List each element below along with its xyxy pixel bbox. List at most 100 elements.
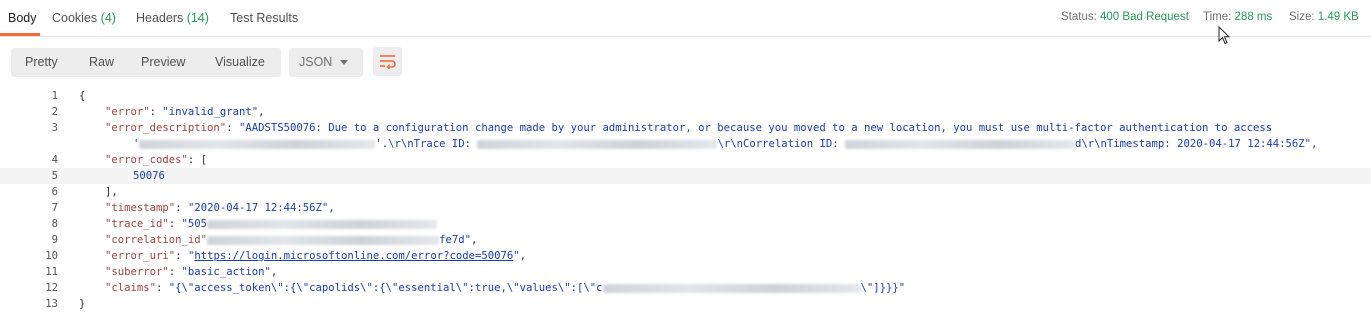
raw-button[interactable]: Raw — [89, 55, 114, 69]
status-value[interactable]: 400 Bad Request — [1100, 11, 1189, 23]
code-line: 9 "correlation_id" fe7d", — [0, 232, 1371, 248]
json-string: \"]}}}" — [860, 282, 906, 294]
code-text: ], — [105, 186, 118, 198]
tab-body[interactable]: Body — [8, 11, 37, 25]
json-string: "505 — [181, 218, 208, 230]
code-text: 50076 — [133, 168, 165, 184]
line-number: 6 — [51, 186, 58, 198]
line-number: 10 — [45, 250, 58, 262]
code-line: 11 "suberror": "basic_action", — [0, 264, 1371, 280]
line-number: 11 — [45, 266, 58, 278]
pretty-button[interactable]: Pretty — [25, 55, 58, 69]
code-line: 6 ], — [0, 184, 1371, 200]
json-key: "suberror" — [105, 266, 169, 278]
code-text: } — [79, 298, 86, 310]
json-string: \r\nCorrelation ID: — [717, 138, 846, 150]
json-string: "{\"access_token\":{\"capolids\":{\"esse… — [168, 282, 603, 294]
code-text: { — [79, 90, 86, 102]
line-number: 12 — [45, 282, 58, 294]
json-key: "correlation_id" — [105, 234, 208, 246]
error-uri-link[interactable]: https://login.microsoftonline.com/error?… — [194, 250, 513, 262]
line-number: 9 — [51, 234, 58, 246]
code-text: ' '.\r\nTrace ID: \r\nCorrelation ID: d\r… — [133, 136, 1317, 152]
json-string: d\r\nTimestamp: 2020-04-17 12:44:56Z", — [1075, 138, 1318, 150]
tab-cookies-label: Cookies — [52, 11, 98, 25]
tab-test-results[interactable]: Test Results — [230, 11, 298, 25]
code-text: "claims": "{\"access_token\":{\"capolids… — [105, 282, 906, 294]
code-text: "error_description": "AADSTS50076: Due t… — [105, 122, 1273, 134]
code-line: 2 "error": "invalid_grant", — [0, 104, 1371, 120]
tab-headers[interactable]: Headers (14) — [136, 11, 209, 25]
code-text: "trace_id": "505 — [105, 216, 438, 232]
line-number: 4 — [51, 154, 58, 166]
headers-count: (14) — [186, 11, 209, 25]
code-text: "timestamp": "2020-04-17 12:44:56Z", — [105, 202, 335, 214]
json-key: "timestamp" — [105, 202, 176, 214]
code-line-active: 5 50076 — [0, 168, 1371, 184]
size-label: Size: — [1289, 11, 1315, 23]
line-number: 3 — [51, 122, 58, 134]
redacted-text — [139, 139, 376, 149]
code-line: 7 "timestamp": "2020-04-17 12:44:56Z", — [0, 200, 1371, 216]
line-number: 5 — [51, 170, 58, 182]
json-number: 50076 — [133, 170, 165, 182]
line-number: 13 — [45, 298, 58, 310]
code-line: 1 { — [0, 88, 1371, 104]
json-string: "basic_action" — [181, 266, 271, 278]
json-string: "2020-04-17 12:44:56Z" — [187, 202, 329, 214]
redacted-text — [207, 235, 440, 245]
code-line: 13 } — [0, 296, 1371, 312]
json-key: "error_codes" — [105, 154, 188, 166]
time-info: Time: 288 ms — [1203, 11, 1272, 23]
code-text: "error_codes": [ — [105, 154, 208, 166]
line-number: 2 — [51, 106, 58, 118]
json-string: "AADSTS50076: Due to a configuration cha… — [238, 122, 1273, 134]
wrap-lines-button[interactable] — [373, 47, 402, 76]
chevron-down-icon — [340, 60, 348, 65]
json-key: "error_uri" — [105, 250, 176, 262]
json-key: "error_description" — [105, 122, 227, 134]
time-value[interactable]: 288 ms — [1235, 11, 1273, 23]
code-line: 4 "error_codes": [ — [0, 152, 1371, 168]
cookies-count: (4) — [100, 11, 116, 25]
code-text: "error": "invalid_grant", — [105, 106, 265, 118]
format-select[interactable]: JSON — [289, 48, 363, 77]
response-tab-bar: Body Cookies (4) Headers (14) Test Resul… — [0, 0, 1371, 45]
json-string: '.\r\nTrace ID: — [375, 138, 478, 150]
json-string: " — [513, 250, 520, 262]
code-line: 10 "error_uri": "https://login.microsoft… — [0, 248, 1371, 264]
line-number: 1 — [51, 90, 58, 102]
redacted-text — [602, 283, 861, 293]
code-line: 12 "claims": "{\"access_token\":{\"capol… — [0, 280, 1371, 296]
redacted-text — [845, 139, 1076, 149]
code-text: "error_uri": "https://login.microsoftonl… — [105, 250, 527, 262]
response-body-code[interactable]: 1 { 2 "error": "invalid_grant", 3 "error… — [0, 86, 1371, 313]
wrap-lines-icon — [380, 55, 396, 69]
status-label: Status: — [1061, 11, 1097, 23]
json-key: "trace_id" — [105, 218, 169, 230]
line-number: 8 — [51, 218, 58, 230]
json-string: "invalid_grant" — [162, 106, 259, 118]
code-line: 3 "error_description": "AADSTS50076: Due… — [0, 120, 1371, 136]
redacted-text — [477, 139, 718, 149]
size-value[interactable]: 1.49 KB — [1318, 11, 1359, 23]
size-info: Size: 1.49 KB — [1289, 11, 1359, 23]
view-toolbar: Pretty Raw Preview Visualize JSON — [0, 36, 1371, 86]
line-number: 7 — [51, 202, 58, 214]
preview-button[interactable]: Preview — [141, 55, 185, 69]
status-info: Status: 400 Bad Request — [1061, 11, 1189, 23]
code-text: "correlation_id" fe7d", — [105, 234, 478, 246]
json-string: fe7d" — [439, 234, 471, 246]
json-key: "claims" — [105, 282, 157, 294]
format-select-value: JSON — [299, 55, 333, 69]
json-bracket: [ — [200, 154, 208, 166]
tab-cookies[interactable]: Cookies (4) — [52, 11, 116, 25]
tab-headers-label: Headers — [136, 11, 184, 25]
redacted-text — [207, 219, 438, 229]
visualize-button[interactable]: Visualize — [215, 55, 265, 69]
view-mode-group: Pretty Raw Preview Visualize — [11, 48, 281, 77]
code-line: 8 "trace_id": "505 — [0, 216, 1371, 232]
time-label: Time: — [1203, 11, 1232, 23]
json-key: "error" — [105, 106, 150, 118]
code-line-wrapped: ' '.\r\nTrace ID: \r\nCorrelation ID: d\r… — [0, 136, 1371, 152]
